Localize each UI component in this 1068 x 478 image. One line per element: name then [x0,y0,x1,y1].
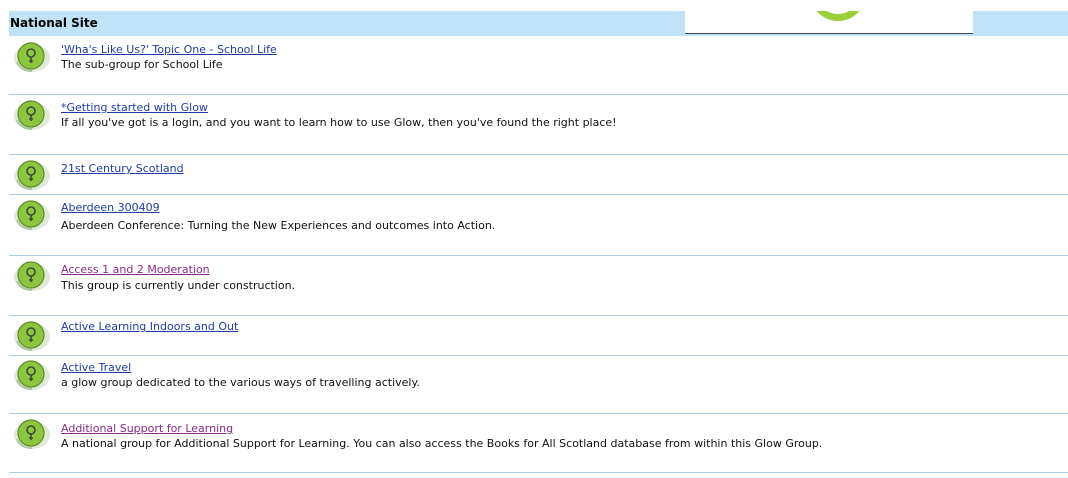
glow-logo-fragment-icon [810,11,866,21]
group-link[interactable]: 21st Century Scotland [61,162,184,175]
glow-group-icon [14,419,50,449]
glow-group-icon [14,100,50,130]
national-site-header: National Site [9,11,1068,36]
row-divider [9,255,1068,256]
glow-group-icon [14,321,50,351]
group-link[interactable]: *Getting started with Glow [61,101,208,114]
glow-group-icon [14,261,50,291]
glow-group-icon [14,200,50,230]
header-logo-overlay [685,11,973,34]
group-link[interactable]: 'Wha's Like Us?' Topic One - School Life [61,43,277,56]
group-link[interactable]: Active Learning Indoors and Out [61,320,238,333]
group-description: The sub-group for School Life [61,58,223,71]
group-description: This group is currently under constructi… [61,279,296,292]
group-link[interactable]: Additional Support for Learning [61,422,233,435]
group-description: Aberdeen Conference: Turning the New Exp… [61,219,496,232]
row-divider [9,315,1068,316]
group-link[interactable]: Active Travel [61,361,131,374]
row-divider [9,413,1068,414]
glow-group-icon [14,160,50,190]
group-description: A national group for Additional Support … [61,437,823,450]
row-divider [9,194,1068,195]
group-link[interactable]: Access 1 and 2 Moderation [61,263,210,276]
row-divider [9,355,1068,356]
group-description: If all you've got is a login, and you wa… [61,116,617,129]
header-title: National Site [10,16,98,30]
glow-group-icon [14,42,50,72]
row-divider [9,472,1068,473]
group-link[interactable]: Aberdeen 300409 [61,201,160,214]
row-divider [9,94,1068,95]
row-divider [9,154,1068,155]
glow-group-icon [14,360,50,390]
group-description: a glow group dedicated to the various wa… [61,376,420,389]
